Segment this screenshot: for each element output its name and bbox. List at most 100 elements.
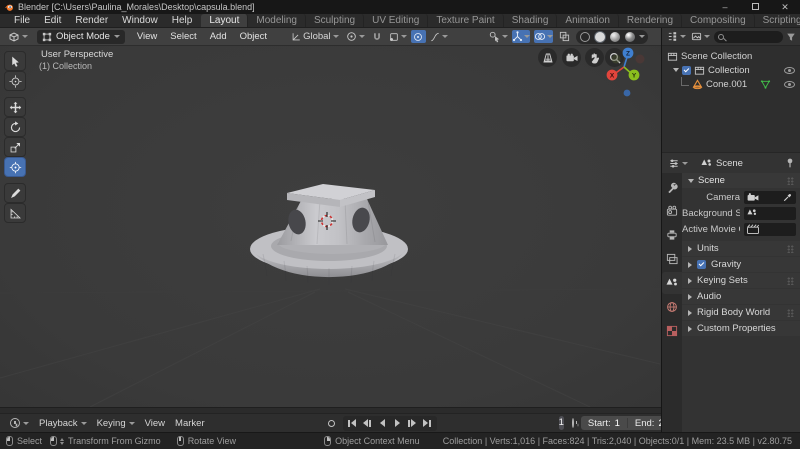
axis-neg-y-ball[interactable] [611, 54, 621, 64]
panel-grip[interactable] [787, 244, 794, 253]
tab-world[interactable] [662, 296, 682, 318]
gravity-checkbox[interactable] [697, 260, 706, 269]
tab-texture[interactable] [662, 320, 682, 342]
eye-icon[interactable] [784, 66, 795, 74]
tool-rotate[interactable] [4, 117, 26, 137]
properties-editor-type-button[interactable] [667, 158, 689, 169]
filter-icon[interactable] [786, 32, 796, 42]
object-visibility-dropdown[interactable] [489, 30, 508, 43]
panel-rigid-body-world[interactable]: Rigid Body World [682, 305, 800, 320]
shading-solid-button[interactable] [594, 30, 606, 43]
outliner-row-scene-collection[interactable]: Scene Collection [662, 49, 800, 63]
active-movie-clip-field[interactable] [744, 222, 796, 236]
tab-tool[interactable] [662, 176, 682, 198]
eye-icon[interactable] [784, 80, 795, 88]
panel-gravity[interactable]: Gravity [682, 257, 800, 272]
menu-render[interactable]: Render [68, 14, 115, 27]
axis-neg-z-ball[interactable] [623, 89, 631, 97]
tab-texture-paint[interactable]: Texture Paint [428, 14, 504, 27]
menu-help[interactable]: Help [165, 14, 200, 27]
menu-timeline-view[interactable]: View [140, 418, 170, 429]
editor-type-button[interactable] [5, 31, 31, 43]
outliner-row-cone[interactable]: Cone.001 [662, 77, 800, 91]
previous-keyframe-button[interactable] [360, 417, 375, 430]
camera-view-button[interactable] [562, 48, 581, 67]
background-scene-field[interactable] [744, 206, 796, 220]
snap-target-dropdown[interactable] [386, 32, 410, 42]
scene-panel-header[interactable]: Scene [682, 173, 800, 188]
preview-range-button[interactable] [571, 418, 578, 428]
tab-uv-editing[interactable]: UV Editing [364, 14, 429, 27]
play-reverse-button[interactable] [375, 417, 390, 430]
menu-add[interactable]: Add [204, 31, 233, 42]
current-frame-field[interactable]: 1 [558, 416, 564, 430]
tab-view-layer[interactable] [662, 248, 682, 270]
maximize-button[interactable] [740, 0, 770, 14]
tool-measure[interactable] [4, 203, 26, 223]
display-mode-dropdown[interactable] [690, 31, 711, 42]
panel-units[interactable]: Units [682, 241, 800, 256]
tab-scene[interactable] [662, 272, 682, 294]
jump-to-start-button[interactable] [345, 417, 360, 430]
menu-object[interactable]: Object [234, 31, 273, 42]
expand-arrow-icon[interactable] [673, 68, 679, 72]
panel-grip[interactable] [787, 308, 794, 317]
tool-cursor[interactable] [4, 71, 26, 91]
tab-animation[interactable]: Animation [557, 14, 619, 27]
tool-move[interactable] [4, 97, 26, 117]
tab-compositing[interactable]: Compositing [682, 14, 755, 27]
timeline-editor-type-button[interactable] [5, 418, 34, 428]
shading-material-button[interactable] [609, 31, 621, 43]
tab-rendering[interactable]: Rendering [619, 14, 683, 27]
minimize-button[interactable]: – [710, 0, 740, 14]
next-keyframe-button[interactable] [405, 417, 420, 430]
xray-toggle[interactable] [557, 30, 572, 43]
close-button[interactable]: ✕ [770, 0, 800, 14]
mode-dropdown[interactable]: Object Mode [37, 29, 125, 44]
transform-orientation-dropdown[interactable]: Global [288, 31, 341, 42]
panel-grip[interactable] [787, 276, 794, 285]
outliner-row-collection[interactable]: Collection [662, 63, 800, 77]
start-frame-field[interactable]: 1 [615, 418, 620, 429]
menu-file[interactable]: File [7, 14, 37, 27]
menu-playback[interactable]: Playback [34, 418, 92, 429]
eyedropper-icon[interactable] [783, 192, 793, 202]
outliner-editor-type-button[interactable] [666, 31, 687, 42]
viewport-3d[interactable]: User Perspective (1) Collection Z X Y [0, 46, 661, 407]
menu-edit[interactable]: Edit [37, 14, 68, 27]
tab-sculpting[interactable]: Sculpting [306, 14, 365, 27]
collection-checkbox[interactable] [682, 65, 691, 75]
auto-keying-button[interactable] [327, 417, 335, 430]
menu-view[interactable]: View [131, 31, 163, 42]
shading-dropdown-caret[interactable] [639, 35, 645, 38]
proportional-editing-toggle[interactable] [410, 30, 426, 43]
tab-output[interactable] [662, 224, 682, 246]
panel-keying-sets[interactable]: Keying Sets [682, 273, 800, 288]
tab-shading[interactable]: Shading [504, 14, 558, 27]
tool-select-box[interactable] [4, 51, 26, 71]
snap-toggle[interactable] [369, 32, 385, 42]
tool-scale[interactable] [4, 137, 26, 157]
axis-neg-x-ball[interactable] [635, 54, 645, 64]
pin-icon[interactable] [785, 157, 795, 169]
play-button[interactable] [390, 417, 405, 430]
menu-keying[interactable]: Keying [92, 418, 140, 429]
menu-select[interactable]: Select [164, 31, 202, 42]
panel-grip[interactable] [787, 176, 794, 185]
tab-scripting[interactable]: Scripting [755, 14, 800, 27]
tool-transform[interactable] [4, 157, 26, 177]
shading-wireframe-button[interactable] [579, 31, 591, 43]
shading-rendered-button[interactable] [624, 31, 636, 43]
navigation-gizmo[interactable]: Z X Y [600, 46, 656, 102]
perspective-toggle-button[interactable] [538, 48, 557, 67]
menu-marker[interactable]: Marker [170, 418, 210, 429]
outliner-search-input[interactable] [714, 30, 783, 43]
tab-modeling[interactable]: Modeling [248, 14, 306, 27]
menu-window[interactable]: Window [115, 14, 165, 27]
tab-render[interactable] [662, 200, 682, 222]
falloff-dropdown[interactable] [427, 32, 451, 42]
tab-layout[interactable]: Layout [201, 14, 249, 27]
show-gizmo-toggle[interactable] [512, 30, 530, 43]
tool-annotate[interactable] [4, 183, 26, 203]
camera-field[interactable] [744, 190, 796, 204]
